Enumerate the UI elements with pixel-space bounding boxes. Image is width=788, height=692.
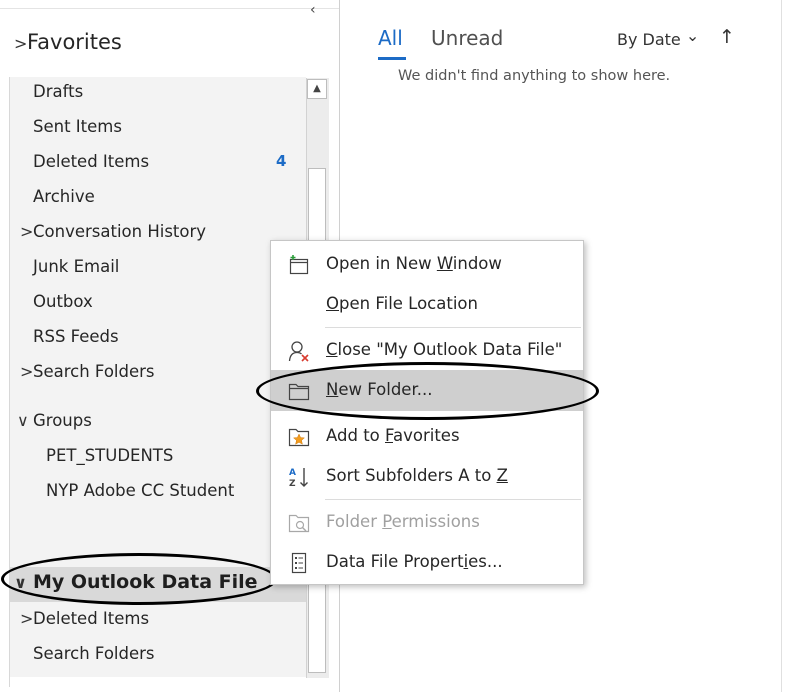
chevron-down-icon[interactable]: ∨ bbox=[14, 573, 33, 592]
menu-sort-subfolders[interactable]: A Z Sort Subfolders A to Z bbox=[271, 456, 583, 496]
folder-label: Search Folders bbox=[33, 362, 155, 381]
sort-az-icon: A Z bbox=[289, 468, 308, 488]
chevron-right-icon[interactable]: > bbox=[20, 222, 33, 241]
folder-label: Junk Email bbox=[33, 257, 120, 276]
menu-close-data-file[interactable]: Close "My Outlook Data File" bbox=[271, 330, 583, 370]
unread-count-badge: 4 bbox=[276, 152, 287, 170]
chevron-right-icon: > bbox=[14, 34, 28, 53]
active-tab-underline bbox=[378, 57, 406, 60]
chevron-right-icon[interactable]: > bbox=[20, 362, 33, 381]
folder-label: Deleted Items bbox=[33, 152, 150, 171]
pane-top-divider bbox=[0, 8, 339, 9]
properties-icon bbox=[291, 552, 307, 574]
sort-by-button[interactable]: By Date ⌄ bbox=[617, 26, 699, 49]
empty-state-message: We didn't find anything to show here. bbox=[398, 68, 671, 84]
data-file-label: My Outlook Data File bbox=[33, 571, 258, 593]
menu-item-label: Open in New Window bbox=[326, 254, 502, 273]
folder-label: Deleted Items bbox=[33, 609, 150, 628]
group-pet-students[interactable]: PET_STUDENTS bbox=[46, 446, 173, 465]
folder-outbox[interactable]: Outbox bbox=[33, 292, 93, 311]
sort-direction-arrow-icon[interactable]: ↑ bbox=[719, 26, 735, 48]
folder-rss-feeds[interactable]: RSS Feeds bbox=[33, 327, 119, 346]
menu-new-folder[interactable]: New Folder... bbox=[271, 370, 583, 411]
group-label: NYP Adobe CC Student bbox=[46, 481, 235, 500]
scroll-up-arrow-icon[interactable]: ▲ bbox=[307, 79, 327, 99]
new-window-icon bbox=[289, 255, 309, 275]
group-nyp-adobe[interactable]: NYP Adobe CC Student bbox=[46, 481, 234, 500]
favorites-header[interactable]: >Favorites bbox=[14, 30, 122, 54]
svg-text:A: A bbox=[289, 468, 296, 478]
folder-deleted-items[interactable]: Deleted Items bbox=[33, 152, 149, 171]
data-file-header[interactable]: ∨ My Outlook Data File bbox=[14, 571, 258, 593]
folder-label: Search Folders bbox=[33, 644, 155, 663]
menu-item-label: Sort Subfolders A to Z bbox=[326, 466, 508, 485]
groups-label: Groups bbox=[33, 411, 92, 430]
menu-item-label: Open File Location bbox=[326, 294, 478, 313]
tab-unread[interactable]: Unread bbox=[431, 26, 503, 50]
folder-conversation-history[interactable]: >Conversation History bbox=[20, 222, 206, 241]
folder-label: Outbox bbox=[33, 292, 93, 311]
sort-label: By Date bbox=[617, 30, 681, 49]
folder-icon bbox=[288, 383, 310, 401]
menu-folder-permissions: Folder Permissions bbox=[271, 502, 583, 542]
group-label: PET_STUDENTS bbox=[46, 446, 174, 465]
folder-junk-email[interactable]: Junk Email bbox=[33, 257, 119, 276]
folder-drafts[interactable]: Drafts bbox=[33, 82, 83, 101]
folder-label: Conversation History bbox=[33, 222, 207, 241]
favorites-label: Favorites bbox=[27, 30, 122, 54]
menu-item-label: Close "My Outlook Data File" bbox=[326, 340, 563, 359]
folder-search-folders[interactable]: >Search Folders bbox=[20, 362, 155, 381]
close-person-icon bbox=[288, 341, 309, 362]
folder-label: Archive bbox=[33, 187, 95, 206]
chevron-down-icon: ⌄ bbox=[685, 26, 700, 45]
folder-archive[interactable]: Archive bbox=[33, 187, 95, 206]
menu-item-label: Data File Properties... bbox=[326, 552, 503, 571]
folder-label: Drafts bbox=[33, 82, 84, 101]
menu-item-label: Add to Favorites bbox=[326, 426, 460, 445]
chevron-right-icon[interactable]: > bbox=[20, 609, 33, 628]
menu-add-to-favorites[interactable]: Add to Favorites bbox=[271, 416, 583, 456]
menu-data-file-properties[interactable]: Data File Properties... bbox=[271, 542, 583, 582]
folder-context-menu: Open in New Window Open File Location Cl… bbox=[270, 240, 584, 585]
menu-item-label: Folder Permissions bbox=[326, 512, 480, 531]
folder-label: RSS Feeds bbox=[33, 327, 119, 346]
collapse-pane-icon[interactable]: ‹ bbox=[310, 2, 316, 18]
menu-separator bbox=[325, 327, 581, 328]
menu-open-file-location[interactable]: Open File Location bbox=[271, 284, 583, 324]
groups-header[interactable]: ∨ Groups bbox=[17, 411, 92, 430]
menu-item-label: New Folder... bbox=[326, 380, 433, 399]
star-folder-icon bbox=[288, 428, 310, 447]
menu-separator bbox=[325, 499, 581, 500]
menu-open-new-window[interactable]: Open in New Window bbox=[271, 244, 583, 284]
svg-text:Z: Z bbox=[289, 479, 296, 488]
folder-label: Sent Items bbox=[33, 117, 122, 136]
datafile-folder-deleted-items[interactable]: >Deleted Items bbox=[20, 609, 149, 628]
chevron-down-icon[interactable]: ∨ bbox=[17, 411, 33, 430]
folder-permissions-icon bbox=[288, 514, 310, 533]
folder-sent-items[interactable]: Sent Items bbox=[33, 117, 122, 136]
datafile-folder-search-folders[interactable]: Search Folders bbox=[33, 644, 155, 663]
tab-all[interactable]: All bbox=[378, 26, 403, 50]
pane-right-divider bbox=[781, 0, 782, 692]
